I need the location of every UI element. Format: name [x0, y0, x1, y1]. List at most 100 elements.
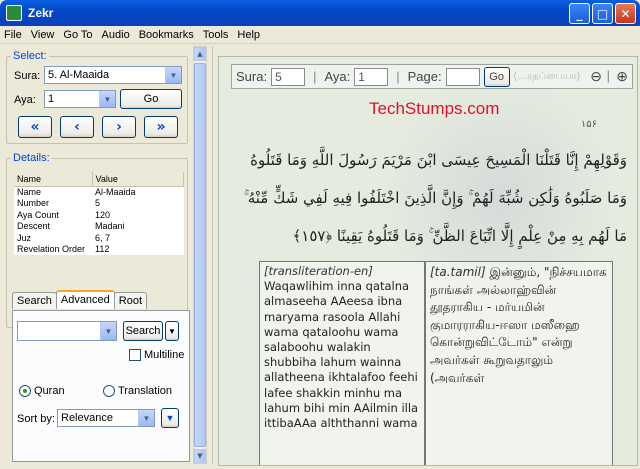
- search-tabs: Search Advanced Root: [12, 290, 148, 309]
- quran-view: Sura: | Aya: | Page: Go (…ரதப்பையா) ⊖ | …: [218, 56, 638, 466]
- double-right-icon: »: [156, 119, 166, 135]
- scroll-down-icon[interactable]: ▼: [194, 449, 206, 463]
- bar-go-button[interactable]: Go: [483, 66, 510, 87]
- left-pane-scrollbar[interactable]: ▲ ▼: [193, 46, 207, 464]
- next-aya-button[interactable]: ›: [102, 116, 136, 138]
- zoom-in-icon[interactable]: ⊕: [616, 68, 628, 85]
- translation-radio[interactable]: [103, 385, 115, 397]
- last-sura-button[interactable]: »: [144, 116, 178, 138]
- app-icon: [6, 5, 22, 21]
- quran-nav-bar: Sura: | Aya: | Page: Go (…ரதப்பையா) ⊖ | …: [231, 64, 633, 89]
- detail-key: Name: [17, 187, 42, 197]
- detail-value: 6, 7: [95, 232, 111, 243]
- transliteration-text: Waqawlihim inna qatalna almaseeha AAeesa…: [264, 279, 419, 431]
- bar-sura-input[interactable]: [271, 67, 306, 86]
- double-left-icon: «: [30, 119, 40, 135]
- bar-aya-input[interactable]: [354, 67, 389, 86]
- maximize-button[interactable]: □: [592, 3, 613, 24]
- tab-root[interactable]: Root: [113, 292, 148, 309]
- table-row[interactable]: Aya Count 120: [14, 209, 184, 221]
- details-header-name[interactable]: Name: [14, 172, 93, 187]
- go-button[interactable]: Go: [120, 89, 182, 109]
- table-row[interactable]: Name Al-Maaida: [14, 186, 184, 198]
- table-row[interactable]: Revelation Order 112: [14, 244, 184, 256]
- sura-select-value: 5. Al-Maaida: [48, 69, 110, 81]
- table-row[interactable]: Juz 6, 7: [14, 232, 184, 244]
- aya-select-value: 1: [48, 93, 55, 105]
- sort-by-select[interactable]: Relevance ▼: [57, 409, 155, 427]
- chevron-down-icon: ▼: [165, 67, 181, 83]
- menu-bookmarks[interactable]: Bookmarks: [139, 29, 194, 41]
- transliteration-heading: [transliteration-en]: [264, 264, 373, 278]
- first-sura-button[interactable]: «: [18, 116, 52, 138]
- bar-aya-label: Aya:: [324, 69, 351, 84]
- arabic-verse-line-2: وَمَا صَلَبُوهُ وَلَٰكِن شُبِّهَ لَهُمْ …: [243, 189, 627, 207]
- translation-radio-label: Translation: [118, 385, 173, 397]
- detail-value: 5: [95, 198, 101, 209]
- right-arrow-icon: ›: [116, 119, 122, 135]
- detail-key: Juz: [17, 232, 32, 243]
- sort-by-value: Relevance: [61, 412, 113, 424]
- menu-audio[interactable]: Audio: [102, 29, 130, 41]
- tab-search[interactable]: Search: [12, 292, 57, 309]
- zoom-out-icon[interactable]: ⊖: [590, 68, 602, 85]
- sort-down-icon: ▼: [165, 413, 175, 423]
- watermark-text: TechStumps.com: [369, 99, 500, 118]
- tamil-heading: [ta.tamil]: [430, 265, 486, 279]
- detail-key: Aya Count: [17, 209, 59, 220]
- sort-order-button[interactable]: ▼: [161, 408, 179, 428]
- previous-aya-button[interactable]: ‹: [60, 116, 94, 138]
- details-group-title: Details:: [11, 152, 52, 164]
- bar-sura-label: Sura:: [236, 69, 268, 84]
- menu-view[interactable]: View: [31, 29, 55, 41]
- tamil-translation-panel: [ta.tamil] இன்னும், "நிச்சயமாக நாங்கள் அ…: [425, 261, 613, 465]
- details-table: Name Value Name Al-Maaida Number 5 Aya Cou…: [14, 172, 184, 255]
- arabic-verse-line-3: مَا لَهُم بِهِ مِنْ عِلْمٍ إِلَّا اتِّبَ…: [292, 227, 627, 245]
- sura-label: Sura:: [14, 70, 41, 82]
- search-input[interactable]: ▼: [17, 321, 117, 341]
- tab-advanced[interactable]: Advanced: [55, 290, 115, 309]
- close-button[interactable]: ✕: [615, 3, 636, 24]
- detail-value: 120: [95, 209, 111, 220]
- bar-background-text: (…ரதப்பையா): [513, 70, 581, 82]
- scroll-thumb[interactable]: [194, 63, 206, 447]
- search-options-button[interactable]: ▼: [165, 321, 179, 341]
- bar-page-input[interactable]: [445, 67, 480, 86]
- transliteration-panel: [transliteration-en] Waqawlihim inna qat…: [259, 261, 425, 465]
- menu-tools[interactable]: Tools: [203, 29, 229, 41]
- menu-file[interactable]: File: [4, 29, 22, 41]
- detail-key: Descent: [17, 221, 51, 232]
- table-row[interactable]: Descent Madani: [14, 221, 184, 233]
- detail-key: Number: [17, 198, 50, 209]
- quran-radio[interactable]: [19, 385, 31, 397]
- menu-bar: File View Go To Audio Bookmarks Tools He…: [0, 26, 640, 44]
- select-group-title: Select:: [11, 50, 49, 62]
- chevron-down-icon: ▼: [138, 410, 154, 426]
- window-title: Zekr: [28, 6, 54, 20]
- chevron-down-icon: ▼: [168, 326, 176, 336]
- chevron-down-icon: ▼: [99, 91, 115, 107]
- table-row[interactable]: Number 5: [14, 198, 184, 210]
- aya-label: Aya:: [14, 94, 36, 106]
- sura-select[interactable]: 5. Al-Maaida ▼: [44, 66, 182, 84]
- detail-value: Al-Maaida: [95, 187, 136, 197]
- menu-goto[interactable]: Go To: [63, 29, 92, 41]
- separator: |: [396, 69, 400, 84]
- menu-help[interactable]: Help: [237, 29, 260, 41]
- quran-radio-label: Quran: [34, 385, 65, 397]
- minimize-button[interactable]: _: [569, 3, 590, 24]
- detail-value: Madani: [95, 221, 125, 232]
- splitter-handle[interactable]: [212, 46, 216, 464]
- search-button[interactable]: Search: [123, 321, 163, 341]
- scroll-up-icon[interactable]: ▲: [194, 47, 206, 61]
- tamil-text: இன்னும், "நிச்சயமாக நாங்கள் அல்லாஹ்வின் …: [430, 265, 607, 385]
- separator: |: [313, 69, 317, 84]
- sort-by-label: Sort by:: [17, 413, 55, 425]
- page-number-ornament: ۱۵۶: [580, 119, 597, 130]
- details-header-value[interactable]: Value: [92, 172, 184, 187]
- multiline-checkbox[interactable]: [129, 349, 141, 361]
- aya-select[interactable]: 1 ▼: [44, 90, 116, 108]
- multiline-label: Multiline: [144, 349, 185, 361]
- detail-value: 112: [95, 244, 110, 255]
- title-bar: Zekr _ □ ✕: [0, 0, 640, 26]
